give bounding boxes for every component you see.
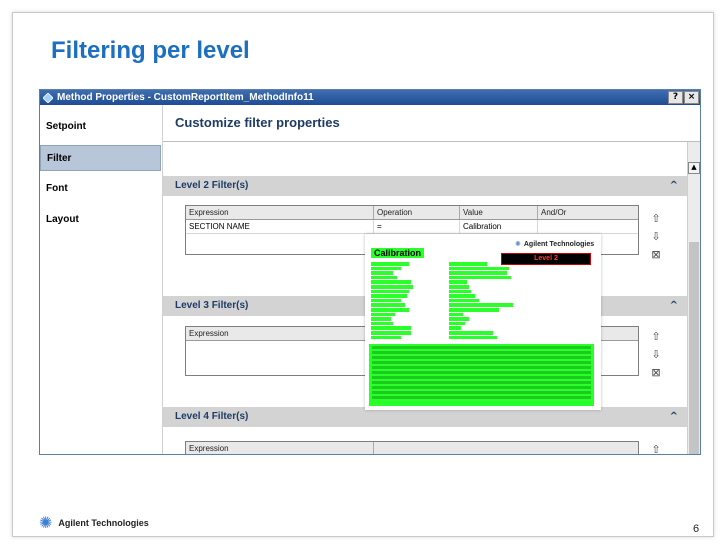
grid-header: Expression Operation Value And/Or [186, 206, 638, 220]
collapse-icon[interactable]: ^ [670, 407, 678, 427]
move-up-icon[interactable]: ⇧ [649, 212, 663, 226]
preview-table [369, 344, 594, 406]
level-4-title: Level 4 Filter(s) [175, 411, 249, 422]
level-2-title: Level 2 Filter(s) [175, 180, 249, 191]
level-4-section: Level 4 Filter(s) ^ Expression ⇧ [163, 407, 688, 454]
footer-brand: ✺ Agilent Technologies [39, 513, 149, 532]
content-title: Customize filter properties [163, 105, 700, 142]
app-icon [43, 92, 53, 103]
collapse-icon[interactable]: ^ [670, 296, 678, 316]
preview-brand-label: Agilent Technologies [523, 241, 595, 248]
col-and-or: And/Or [541, 208, 567, 217]
move-down-icon[interactable]: ⇩ [649, 348, 663, 362]
col-expression: Expression [186, 327, 374, 340]
level-3-tools: ⇧ ⇩ ⊠ [649, 330, 667, 384]
cell-value[interactable]: Calibration [460, 220, 538, 233]
nav-item-filter[interactable]: Filter [40, 145, 161, 171]
dialog-title: Method Properties - CustomReportItem_Met… [57, 92, 314, 103]
slide: Filtering per level Method Properties - … [12, 12, 714, 537]
move-up-icon[interactable]: ⇧ [649, 443, 663, 454]
footer-brand-label: Agilent Technologies [58, 517, 149, 528]
help-button[interactable]: ? [668, 91, 683, 104]
agilent-logo-icon: ✺ [39, 513, 53, 532]
delete-icon[interactable]: ⊠ [649, 248, 663, 262]
dialog-titlebar[interactable]: Method Properties - CustomReportItem_Met… [40, 90, 700, 105]
scroll-thumb[interactable] [689, 242, 699, 454]
col-expression: Expression [186, 442, 374, 454]
grid-header: Expression [186, 442, 638, 454]
level-4-header[interactable]: Level 4 Filter(s) ^ [163, 407, 688, 427]
cell-expression[interactable]: SECTION NAME [186, 220, 374, 233]
preview-fields-right [449, 262, 515, 340]
col-operation: Operation [374, 206, 460, 219]
agilent-logo-icon: ✺ [515, 240, 521, 248]
scroll-up-icon[interactable]: ▲ [688, 162, 700, 174]
collapse-icon[interactable]: ^ [670, 176, 678, 196]
level-4-grid[interactable]: Expression [185, 441, 639, 454]
move-down-icon[interactable]: ⇩ [649, 230, 663, 244]
page-number: 6 [693, 523, 700, 535]
close-button[interactable]: × [684, 91, 699, 104]
nav-item-layout[interactable]: Layout [40, 207, 162, 233]
level-4-tools: ⇧ [649, 443, 667, 454]
preview-heading: Calibration [371, 248, 425, 258]
level-2-header[interactable]: Level 2 Filter(s) ^ [163, 176, 688, 196]
table-row[interactable]: SECTION NAME = Calibration [186, 220, 638, 234]
col-value: Value [460, 206, 538, 219]
slide-title: Filtering per level [51, 37, 250, 64]
nav-item-font[interactable]: Font [40, 176, 162, 202]
dialog-nav: Setpoint Filter Font Layout [40, 105, 162, 454]
preview-brand: ✺ Agilent Technologies [515, 240, 594, 248]
report-preview: ✺ Agilent Technologies Level 2 Calibratio… [365, 234, 601, 410]
cell-operation[interactable]: = [374, 220, 460, 233]
col-expression: Expression [186, 206, 374, 219]
cell-and-or[interactable] [538, 220, 638, 233]
level-3-title: Level 3 Filter(s) [175, 300, 249, 311]
level-2-tools: ⇧ ⇩ ⊠ [649, 212, 667, 266]
vertical-scrollbar[interactable]: ▲ [687, 142, 700, 454]
move-up-icon[interactable]: ⇧ [649, 330, 663, 344]
nav-item-setpoint[interactable]: Setpoint [40, 114, 162, 140]
delete-icon[interactable]: ⊠ [649, 366, 663, 380]
